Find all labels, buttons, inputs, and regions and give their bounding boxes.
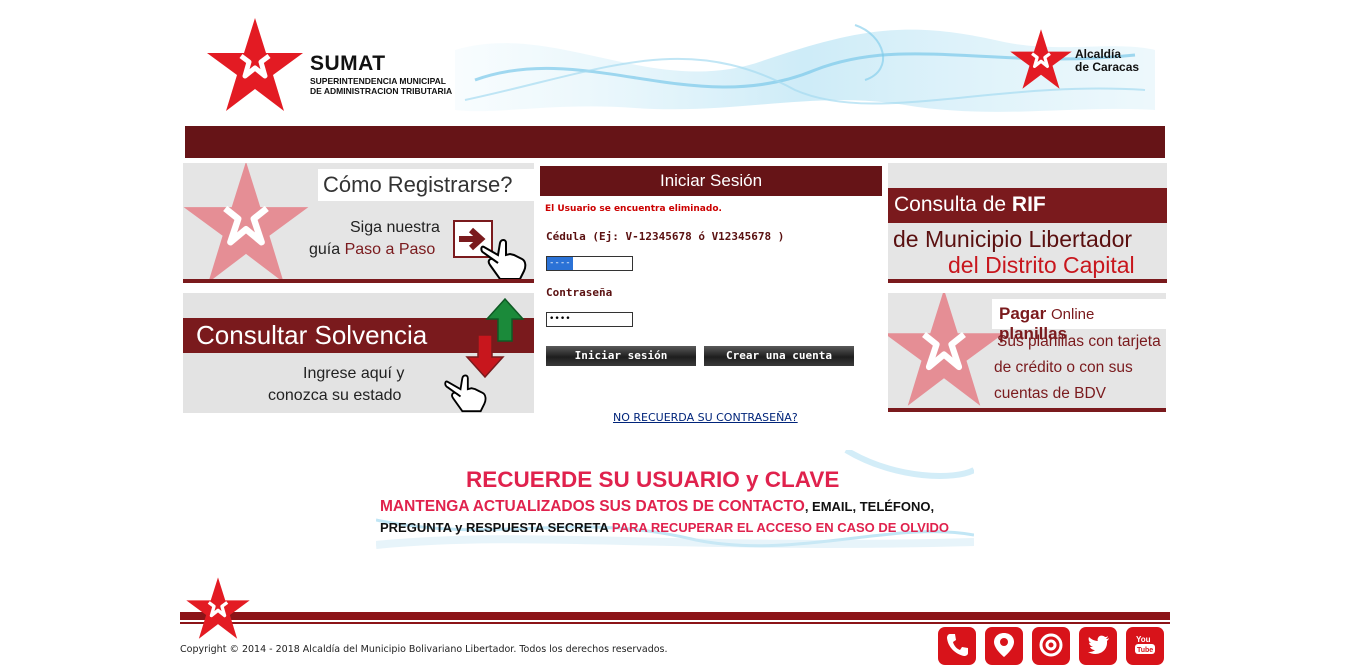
social-twitter-button[interactable]: [1079, 627, 1117, 665]
sumat-logo-subtitle: SUPERINTENDENCIA MUNICIPAL DE ADMINISTRA…: [310, 76, 480, 96]
footer-star-logo-icon: [186, 577, 250, 639]
cedula-label: Cédula (Ej: V-12345678 ó V12345678 ): [546, 230, 785, 243]
banner-como-registrarse[interactable]: Cómo Registrarse? Siga nuestra guía Paso…: [183, 163, 534, 283]
notice-line-3: PREGUNTA y RESPUESTA SECRETA PARA RECUPE…: [380, 520, 949, 535]
banner-pagar-online[interactable]: Pagar Online planillas Sus planillas con…: [888, 293, 1166, 412]
rif-title: Consulta de RIF: [894, 193, 1046, 217]
solvencia-line-2: conozca su estado: [268, 387, 402, 404]
cedula-input[interactable]: ----: [546, 256, 633, 271]
alcaldia-logo-text: Alcaldía de Caracas: [1075, 48, 1139, 74]
alcaldia-star-logo-icon: [1010, 29, 1072, 89]
pagar-line-2: de crédito o con sus: [994, 359, 1133, 376]
youtube-text-you: You: [1136, 635, 1151, 644]
notice-line-3b: PARA RECUPERAR EL ACCESO EN CASO DE OLVI…: [611, 520, 949, 535]
at-sign-icon: [1039, 633, 1063, 657]
footer-divider: [180, 612, 1170, 620]
alcaldia-line-2: de Caracas: [1075, 60, 1140, 74]
social-phone-button[interactable]: [938, 627, 976, 665]
hand-pointer-icon: [444, 374, 487, 413]
notice-line-3a: PREGUNTA y RESPUESTA SECRETA: [380, 520, 612, 535]
footer-divider-thin: [180, 622, 1170, 624]
sumat-logo-title: SUMAT: [310, 52, 386, 75]
solvencia-line-1: Ingrese aquí y: [303, 365, 405, 382]
password-input[interactable]: ••••: [546, 312, 633, 327]
pagar-line-3: cuentas de BDV: [994, 385, 1107, 402]
notice-banner: RECUERDE SU USUARIO y CLAVE MANTENGA ACT…: [376, 450, 974, 550]
notice-line-2: MANTENGA ACTUALIZADOS SUS DATOS DE CONTA…: [380, 498, 934, 516]
location-pin-icon: [994, 633, 1014, 657]
sumat-subtitle-line-1: SUPERINTENDENCIA MUNICIPAL: [310, 76, 447, 86]
phone-icon: [947, 634, 968, 656]
banner-consultar-solvencia[interactable]: Consultar Solvencia Ingrese aquí y conoz…: [183, 293, 534, 413]
youtube-text-tube: Tube: [1137, 647, 1153, 654]
rif-line-2: del Distrito Capital: [948, 252, 1135, 278]
social-youtube-button[interactable]: You Tube: [1126, 627, 1164, 665]
rif-title-a: Consulta de: [894, 193, 1012, 216]
login-panel-header: Iniciar Sesión: [540, 166, 882, 196]
pagar-line-1: Sus planillas con tarjeta: [997, 333, 1161, 350]
registrarse-line-1: Siga nuestra: [350, 219, 440, 236]
rif-line-1: de Municipio Libertador: [893, 226, 1133, 252]
create-account-button[interactable]: Crear una cuenta: [704, 346, 854, 366]
hand-pointer-icon: [480, 239, 527, 279]
pagar-title-b: Online: [1050, 306, 1095, 323]
login-button[interactable]: Iniciar sesión: [546, 346, 696, 366]
sumat-star-logo-icon: [207, 18, 303, 111]
social-location-button[interactable]: [985, 627, 1023, 665]
notice-line-2b: , EMAIL, TELÉFONO,: [804, 499, 935, 514]
cedula-input-selected-text: ----: [547, 257, 573, 270]
top-menu-bar: [185, 126, 1165, 158]
login-error-message: El Usuario se encuentra eliminado.: [545, 204, 722, 214]
twitter-icon: [1088, 635, 1109, 654]
password-label: Contraseña: [546, 286, 613, 299]
solvencia-title: Consultar Solvencia: [196, 320, 428, 350]
registrarse-line-2: guía Paso a Paso: [309, 241, 435, 259]
sumat-subtitle-line-2: DE ADMINISTRACION TRIBUTARIA: [310, 86, 453, 96]
social-email-button[interactable]: [1032, 627, 1070, 665]
banner-star-watermark-icon: [183, 163, 309, 279]
site-header: SUMAT SUPERINTENDENCIA MUNICIPAL DE ADMI…: [185, 10, 1165, 122]
pagar-title-a: Pagar: [999, 304, 1051, 323]
banner-consulta-rif[interactable]: Consulta de RIF de Municipio Libertador …: [888, 163, 1167, 283]
registrarse-line-2a: guía: [309, 241, 345, 258]
notice-line-2a: MANTENGA ACTUALIZADOS SUS DATOS DE CONTA…: [380, 498, 805, 515]
registrarse-title: Cómo Registrarse?: [323, 172, 513, 197]
registrarse-line-2b: Paso a Paso: [344, 241, 436, 258]
notice-line-1: RECUERDE SU USUARIO y CLAVE: [466, 467, 840, 492]
footer-copyright: Copyright © 2014 - 2018 Alcaldía del Mun…: [180, 644, 668, 655]
forgot-password-link[interactable]: NO RECUERDA SU CONTRASEÑA?: [613, 411, 798, 424]
youtube-icon: You Tube: [1135, 635, 1155, 654]
rif-title-b: RIF: [1011, 193, 1046, 216]
